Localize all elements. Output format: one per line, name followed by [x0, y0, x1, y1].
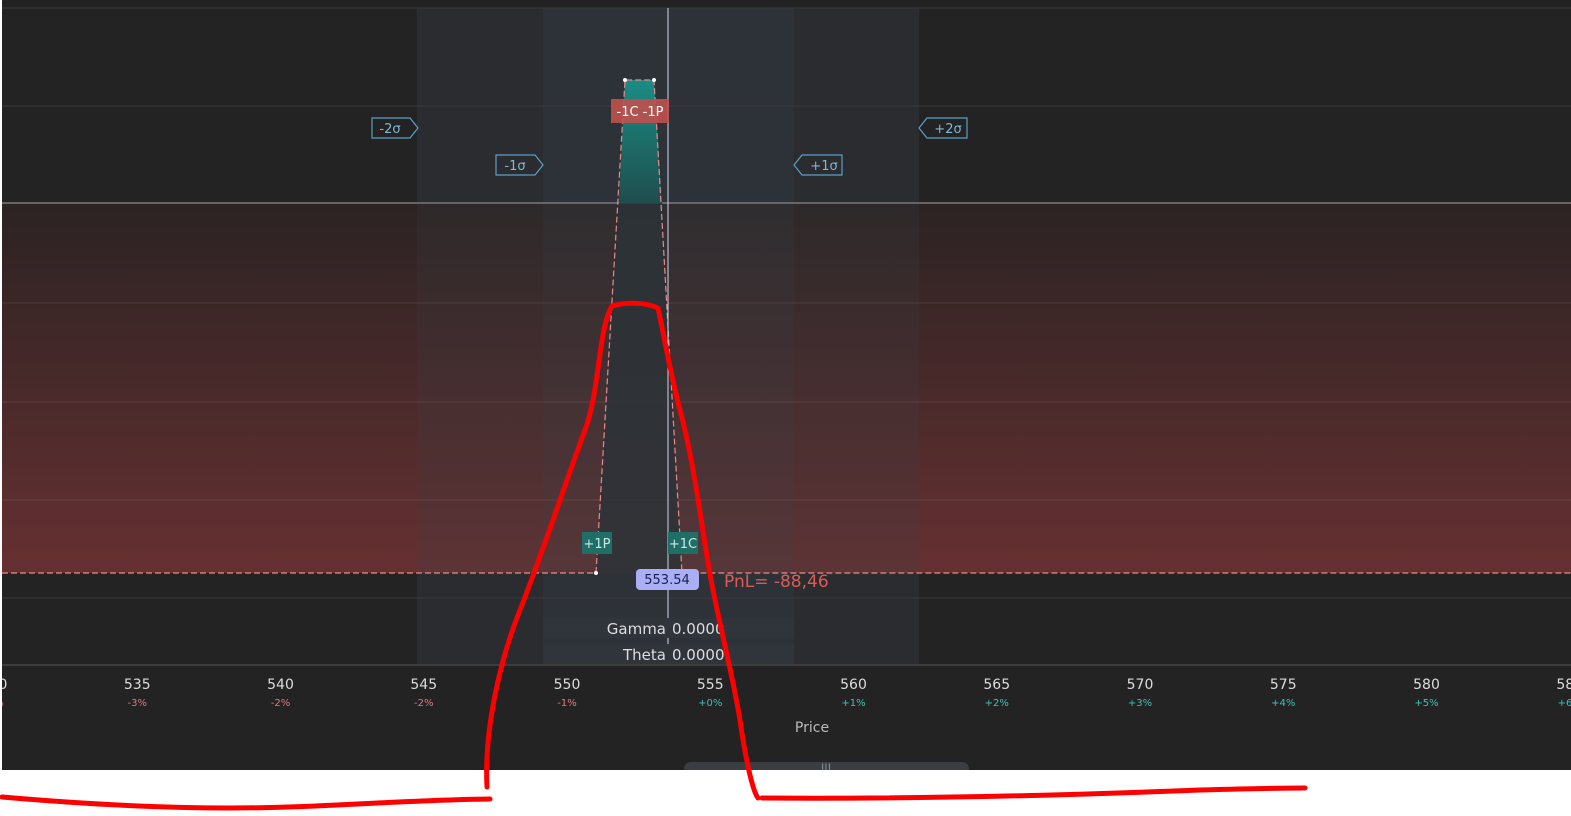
strike-short-text: -1C -1P: [617, 105, 664, 120]
payoff-chart-panel: -1C -1P +1P +1C -2σ -1σ +1σ +2σ 553.54 P…: [2, 0, 1571, 770]
payoff-chart[interactable]: -1C -1P +1P +1C -2σ -1σ +1σ +2σ 553.54 P…: [2, 0, 1571, 770]
sigma-minus2-marker: -2σ: [371, 117, 419, 139]
greeks-row-bg: [543, 618, 794, 638]
current-price-badge: 553.54: [636, 569, 699, 590]
strike-short-label: -1C -1P: [611, 99, 669, 123]
theta-label: Theta: [622, 646, 666, 664]
x-tick-percent: +2%: [985, 698, 1009, 709]
x-tick-label: 545: [410, 677, 437, 693]
sigma-minus2-label: -2σ: [379, 122, 400, 137]
x-tick-percent: -3%: [128, 698, 147, 709]
strike-call-label: +1C: [668, 532, 698, 554]
current-price-text: 553.54: [644, 573, 690, 588]
strike-put-text: +1P: [583, 537, 610, 552]
x-tick-label: 560: [840, 677, 867, 693]
x-tick-percent: +1%: [841, 698, 865, 709]
x-tick-percent: -2%: [271, 698, 290, 709]
x-tick-label: 540: [267, 677, 294, 693]
x-tick-label: 570: [1127, 677, 1154, 693]
annotation-stroke-left: [0, 794, 493, 811]
x-tick-label: 530: [2, 677, 7, 693]
greeks-row-bg: [543, 644, 794, 664]
pnl-label: PnL= -88,46: [724, 572, 829, 592]
x-tick-label: 535: [124, 677, 151, 693]
x-tick-label: 575: [1270, 677, 1297, 693]
x-tick-percent: +4%: [1271, 698, 1295, 709]
sigma-plus2-marker: +2σ: [918, 117, 968, 139]
theta-value: 0.0000: [672, 646, 725, 664]
x-tick-label: 555: [697, 677, 724, 693]
x-tick-percent: +0%: [698, 698, 722, 709]
x-axis-ticks: 530 -4% 535 -3% 540 -2% 545 -2% 550 -1% 555 +0% 560 +…: [2, 677, 1571, 709]
x-tick-label: 550: [554, 677, 581, 693]
x-tick-label: 585: [1556, 677, 1571, 693]
strike-put-label: +1P: [582, 532, 612, 554]
x-tick-percent: -4%: [2, 698, 4, 709]
x-tick-label: 565: [983, 677, 1010, 693]
annotation-stroke-right: [759, 785, 1308, 801]
sigma-plus1-label: +1σ: [810, 159, 837, 174]
x-tick-percent: +6%: [1558, 698, 1571, 709]
gamma-label: Gamma: [607, 620, 666, 638]
screenshot-root: -1C -1P +1P +1C -2σ -1σ +1σ +2σ 553.54 P…: [0, 0, 1571, 816]
x-tick-percent: -2%: [414, 698, 433, 709]
x-tick-label: 580: [1413, 677, 1440, 693]
x-tick-percent: +3%: [1128, 698, 1152, 709]
sigma-minus1-label: -1σ: [504, 159, 525, 174]
x-axis-title: Price: [795, 720, 829, 736]
payoff-vertex: [652, 78, 656, 82]
x-tick-percent: -1%: [557, 698, 576, 709]
payoff-vertex: [623, 78, 627, 82]
x-tick-percent: +5%: [1414, 698, 1438, 709]
scrollbar-grip[interactable]: |||: [821, 763, 831, 770]
gamma-value: 0.0000: [672, 620, 725, 638]
strike-call-text: +1C: [669, 537, 697, 552]
sigma-plus2-label: +2σ: [934, 122, 961, 137]
payoff-vertex: [594, 571, 598, 575]
